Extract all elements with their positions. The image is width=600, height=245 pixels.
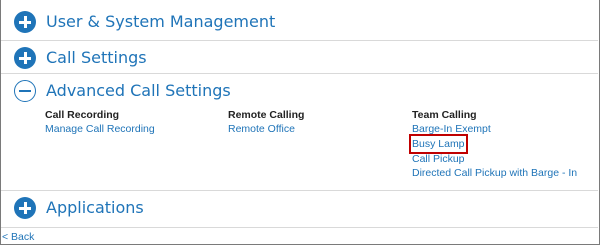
column-heading-remote-calling: Remote Calling: [228, 109, 305, 121]
link-manage-call-recording[interactable]: Manage Call Recording: [45, 122, 155, 136]
column-team-calling: Team Calling Barge-In Exempt Busy Lamp C…: [409, 108, 577, 180]
link-busy-lamp[interactable]: Busy Lamp: [409, 134, 468, 154]
plus-circle-icon[interactable]: [14, 47, 36, 69]
section-title-advanced: Advanced Call Settings: [46, 81, 231, 100]
column-heading-call-recording: Call Recording: [45, 109, 120, 121]
section-advanced-call-settings[interactable]: Advanced Call Settings: [1, 74, 598, 110]
plus-circle-icon[interactable]: [14, 11, 36, 33]
link-call-pickup[interactable]: Call Pickup: [412, 152, 577, 166]
link-barge-in-exempt[interactable]: Barge-In Exempt: [412, 122, 577, 136]
column-heading-team-calling: Team Calling: [412, 109, 477, 121]
minus-circle-icon[interactable]: [14, 80, 36, 102]
section-title-call-settings: Call Settings: [46, 48, 147, 67]
link-directed-call-pickup-barge-in[interactable]: Directed Call Pickup with Barge - In: [412, 166, 577, 180]
divider: [1, 227, 598, 228]
back-link[interactable]: < Back: [2, 231, 34, 243]
section-call-settings[interactable]: Call Settings: [1, 41, 598, 77]
plus-circle-icon[interactable]: [14, 197, 36, 219]
column-remote-calling: Remote Calling Remote Office: [228, 108, 304, 136]
section-title-user-system: User & System Management: [46, 12, 276, 31]
link-remote-office[interactable]: Remote Office: [228, 122, 304, 136]
section-user-system-management[interactable]: User & System Management: [1, 4, 598, 40]
column-call-recording: Call Recording Manage Call Recording: [45, 108, 155, 136]
section-title-applications: Applications: [46, 198, 144, 217]
section-applications[interactable]: Applications: [1, 191, 598, 227]
